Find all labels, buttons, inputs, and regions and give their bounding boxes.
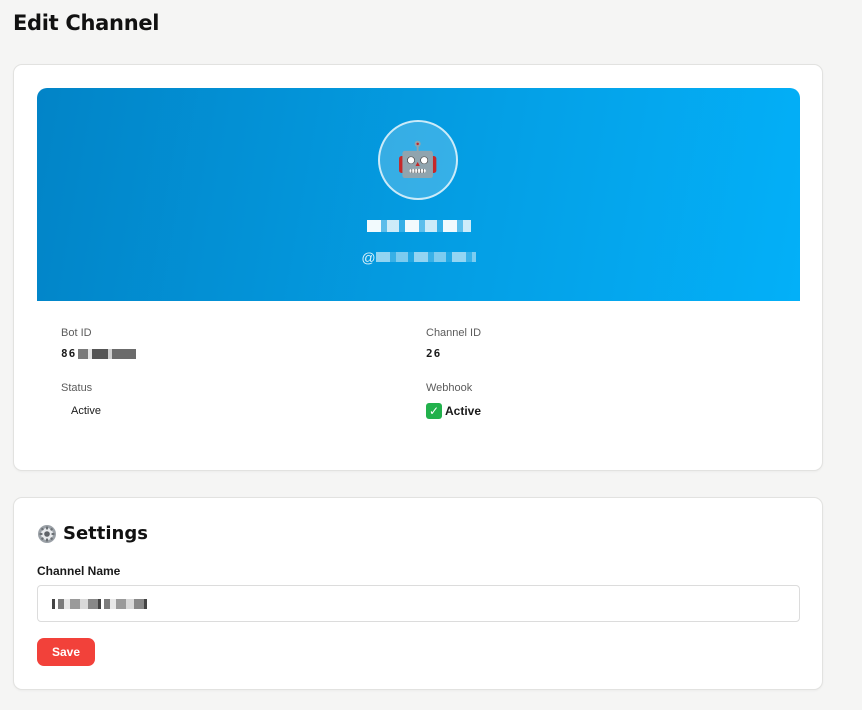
save-button[interactable]: Save [37, 638, 95, 666]
channel-name-label: Channel Name [37, 564, 121, 578]
bot-handle-redacted [375, 252, 476, 263]
bot-avatar: 🤖 [378, 120, 458, 200]
channel-name-input[interactable] [37, 585, 800, 622]
settings-card: Settings Channel Name Save [13, 497, 823, 690]
webhook-value: Active [445, 404, 482, 418]
bot-id-redacted [78, 349, 137, 359]
status-value: Active [71, 405, 101, 417]
check-icon: ✓ [426, 403, 442, 419]
webhook-status: ✓ Active [426, 403, 481, 419]
handle-prefix: @ [361, 249, 376, 266]
bot-name-redacted [366, 220, 471, 233]
bot-id-value: 86 [61, 347, 137, 360]
channel-id-label: Channel ID [426, 327, 482, 339]
bot-handle: @ [37, 248, 800, 266]
settings-heading: Settings [37, 523, 148, 544]
channel-info-card: 🤖 @ Bot ID 86 Channel ID 26 Status Activ… [13, 64, 823, 471]
gear-icon [38, 524, 56, 543]
profile-banner: 🤖 @ [37, 88, 800, 301]
settings-title: Settings [63, 523, 148, 544]
status-label: Status [61, 382, 93, 394]
bot-name [37, 217, 800, 237]
page-title: Edit Channel [13, 11, 160, 35]
bot-id-label: Bot ID [61, 327, 92, 339]
webhook-label: Webhook [426, 382, 473, 394]
bot-id-text: 86 [61, 347, 77, 360]
robot-icon: 🤖 [396, 141, 440, 179]
channel-id-value: 26 [426, 347, 442, 360]
